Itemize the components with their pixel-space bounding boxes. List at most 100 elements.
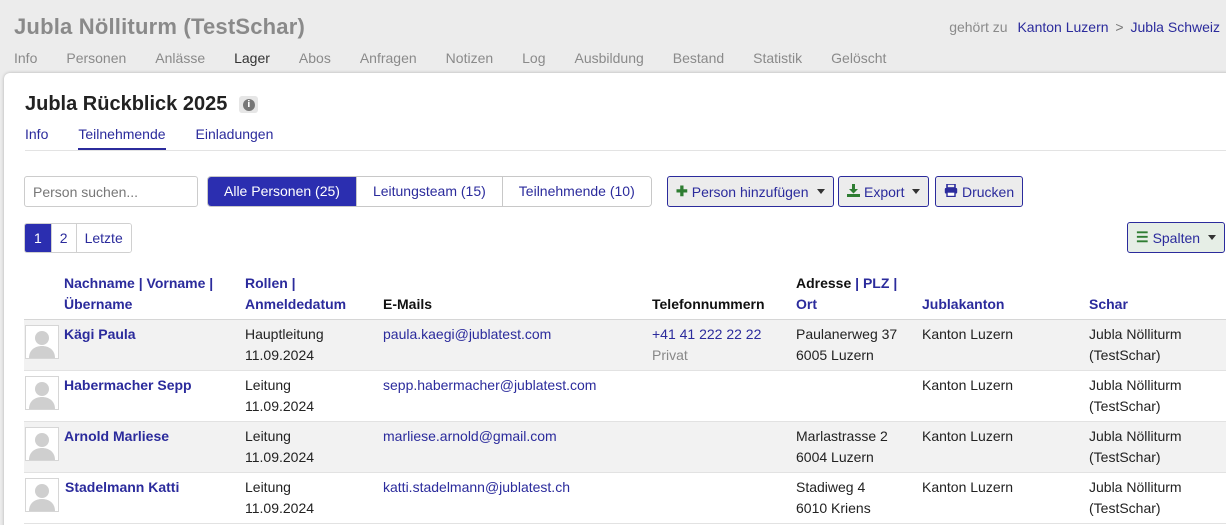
schar-cell: Jubla Nölliturm (TestSchar) bbox=[1089, 479, 1182, 516]
parent-link-kanton[interactable]: Kanton Luzern bbox=[1017, 19, 1108, 35]
email-link[interactable]: sepp.habermacher@jublatest.com bbox=[383, 375, 596, 396]
sort-lastname-link[interactable]: Nachname bbox=[64, 275, 135, 291]
email-link[interactable]: paula.kaegi@jublatest.com bbox=[383, 324, 551, 345]
participants-table: Nachname | Vorname | Übername Rollen | A… bbox=[24, 269, 1226, 524]
nav-anlaesse[interactable]: Anlässe bbox=[155, 50, 205, 66]
sort-firstname-link[interactable]: Vorname bbox=[147, 275, 206, 291]
nav-notizen[interactable]: Notizen bbox=[446, 50, 493, 66]
person-name-link[interactable]: Kägi Paula bbox=[64, 324, 136, 345]
avatar bbox=[25, 376, 59, 410]
email-link[interactable]: katti.stadelmann@jublatest.ch bbox=[383, 477, 570, 498]
filter-all-button[interactable]: Alle Personen (25) bbox=[208, 177, 357, 206]
event-title-row: Jubla Rückblick 2025 i bbox=[25, 93, 259, 116]
main-nav: Info Personen Anlässe Lager Abos Anfrage… bbox=[14, 50, 915, 66]
nav-info[interactable]: Info bbox=[14, 50, 37, 66]
phone-link[interactable]: +41 41 222 22 22 bbox=[652, 326, 761, 342]
page-last-link[interactable]: Letzte bbox=[76, 224, 131, 252]
schar-cell: Jubla Nölliturm (TestSchar) bbox=[1089, 428, 1182, 465]
content-card: Jubla Rückblick 2025 i Info Teilnehmende… bbox=[4, 73, 1226, 525]
tab-info[interactable]: Info bbox=[25, 126, 48, 150]
breadcrumb-separator: > bbox=[1115, 19, 1124, 35]
sort-date-link[interactable]: Anmeldedatum bbox=[245, 296, 346, 312]
table-header: Nachname | Vorname | Übername Rollen | A… bbox=[24, 269, 1226, 320]
nav-personen[interactable]: Personen bbox=[66, 50, 126, 66]
col-name-header: Nachname | Vorname | Übername bbox=[64, 275, 214, 312]
group-title: Jubla Nölliturm (TestSchar) bbox=[14, 14, 306, 39]
person-name-link[interactable]: Habermacher Sepp bbox=[64, 375, 192, 396]
parent-link-schweiz[interactable]: Jubla Schweiz bbox=[1131, 19, 1221, 35]
nav-anfragen[interactable]: Anfragen bbox=[360, 50, 417, 66]
col-emails-header: E-Mails bbox=[383, 296, 433, 312]
columns-label: Spalten bbox=[1152, 229, 1201, 246]
email-link[interactable]: marliese.arnold@gmail.com bbox=[383, 426, 557, 447]
person-name-link[interactable]: Stadelmann Katti bbox=[65, 477, 179, 498]
nav-lager[interactable]: Lager bbox=[234, 50, 270, 66]
person-name-link[interactable]: Arnold Marliese bbox=[64, 426, 169, 447]
filter-participants-button[interactable]: Teilnehmende (10) bbox=[502, 177, 651, 206]
col-phones-header: Telefonnummern bbox=[652, 296, 765, 312]
nav-geloescht[interactable]: Gelöscht bbox=[831, 50, 886, 66]
nav-statistik[interactable]: Statistik bbox=[753, 50, 802, 66]
print-label: Drucken bbox=[962, 183, 1015, 200]
avatar bbox=[25, 427, 59, 461]
download-icon bbox=[847, 183, 860, 200]
sort-nickname-link[interactable]: Übername bbox=[64, 296, 132, 312]
sort-canton-link[interactable]: Jublakanton bbox=[922, 294, 1004, 315]
tab-teilnehmende[interactable]: Teilnehmende bbox=[78, 126, 166, 150]
table-row: Stadelmann Katti Leitung 11.09.2024 katti… bbox=[24, 473, 1226, 524]
role-cell: Hauptleitung 11.09.2024 bbox=[245, 326, 324, 363]
print-icon bbox=[944, 182, 958, 200]
plus-icon: ✚ bbox=[676, 183, 688, 199]
canton-cell: Kanton Luzern bbox=[922, 377, 1014, 393]
info-icon[interactable]: i bbox=[239, 96, 259, 113]
tabs-divider bbox=[25, 150, 1226, 151]
pagination: 1 2 Letzte bbox=[24, 223, 132, 253]
nav-bestand[interactable]: Bestand bbox=[673, 50, 724, 66]
page-1-link[interactable]: 1 bbox=[25, 224, 52, 252]
role-cell: Leitung 11.09.2024 bbox=[245, 377, 315, 414]
table-row: Kägi Paula Hauptleitung 11.09.2024 paula.… bbox=[24, 320, 1226, 371]
chevron-down-icon bbox=[816, 189, 825, 194]
sort-schar-link[interactable]: Schar bbox=[1089, 294, 1128, 315]
avatar bbox=[25, 325, 59, 359]
canton-cell: Kanton Luzern bbox=[922, 428, 1014, 444]
canton-cell: Kanton Luzern bbox=[922, 479, 1014, 495]
canton-cell: Kanton Luzern bbox=[922, 326, 1014, 342]
participant-filter: Alle Personen (25) Leitungsteam (15) Tei… bbox=[207, 176, 652, 207]
sort-roles-link[interactable]: Rollen bbox=[245, 275, 288, 291]
print-button[interactable]: Drucken bbox=[935, 176, 1024, 207]
sort-zip-link[interactable]: PLZ bbox=[863, 275, 889, 291]
list-icon: ☰ bbox=[1136, 229, 1149, 245]
phone-type: Privat bbox=[652, 347, 688, 363]
info-glyph: i bbox=[242, 98, 255, 111]
table-row: Arnold Marliese Leitung 11.09.2024 marlie… bbox=[24, 422, 1226, 473]
address-cell: Stadiweg 4 6010 Kriens bbox=[796, 479, 871, 516]
person-search-input[interactable] bbox=[24, 176, 198, 207]
nav-ausbildung[interactable]: Ausbildung bbox=[575, 50, 644, 66]
chevron-down-icon bbox=[1208, 235, 1217, 240]
role-cell: Leitung 11.09.2024 bbox=[245, 479, 315, 516]
role-cell: Leitung 11.09.2024 bbox=[245, 428, 315, 465]
table-row: Habermacher Sepp Leitung 11.09.2024 sepp.… bbox=[24, 371, 1226, 422]
export-button[interactable]: Export bbox=[838, 176, 930, 207]
add-person-label: Person hinzufügen bbox=[691, 183, 809, 200]
export-label: Export bbox=[864, 183, 905, 200]
page-2-link[interactable]: 2 bbox=[51, 224, 77, 252]
parent-breadcrumb: gehört zu Kanton Luzern > Jubla Schweiz bbox=[949, 19, 1220, 35]
sort-town-link[interactable]: Ort bbox=[796, 296, 817, 312]
tab-einladungen[interactable]: Einladungen bbox=[196, 126, 274, 150]
nav-abos[interactable]: Abos bbox=[299, 50, 331, 66]
filter-leaders-button[interactable]: Leitungsteam (15) bbox=[356, 177, 503, 206]
chevron-down-icon bbox=[912, 189, 921, 194]
belongs-to-label: gehört zu bbox=[949, 19, 1008, 35]
event-tabs: Info Teilnehmende Einladungen bbox=[25, 126, 303, 150]
col-address-header: Adresse | PLZ | Ort bbox=[796, 275, 898, 312]
columns-button[interactable]: ☰ Spalten bbox=[1127, 222, 1226, 253]
address-cell: Marlastrasse 2 6004 Luzern bbox=[796, 428, 888, 465]
event-title: Jubla Rückblick 2025 bbox=[25, 93, 228, 115]
address-cell: Paulanerweg 37 6005 Luzern bbox=[796, 326, 898, 363]
schar-cell: Jubla Nölliturm (TestSchar) bbox=[1089, 326, 1182, 363]
nav-log[interactable]: Log bbox=[522, 50, 545, 66]
add-person-button[interactable]: ✚ Person hinzufügen bbox=[667, 176, 834, 207]
col-roles-header: Rollen | Anmeldedatum bbox=[245, 275, 347, 312]
